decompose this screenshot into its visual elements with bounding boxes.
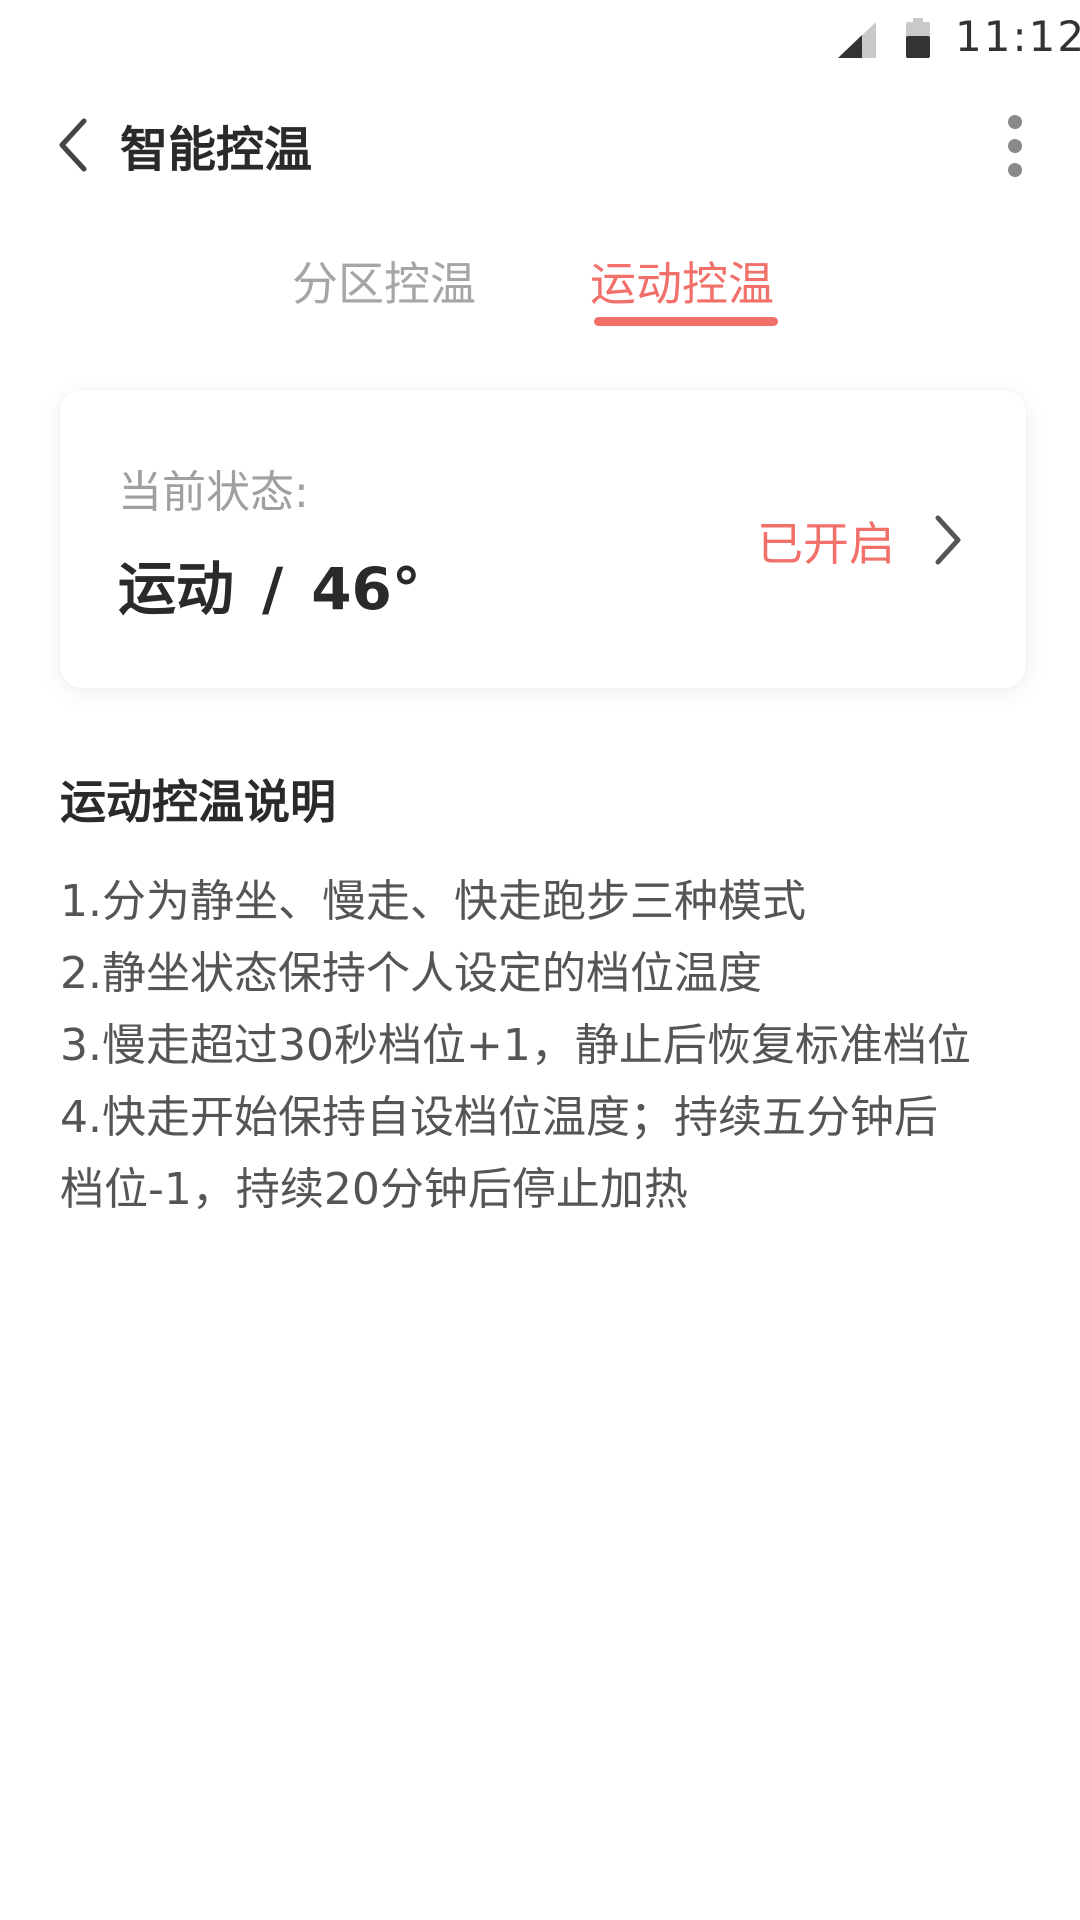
status-label: 当前状态:: [118, 467, 309, 518]
description-heading: 运动控温说明: [60, 775, 336, 829]
more-options-button[interactable]: [1000, 114, 1030, 178]
page-title: 智能控温: [120, 122, 313, 178]
description-line: 档位-1，持续20分钟后停止加热: [60, 1164, 688, 1215]
signal-icon: [838, 22, 876, 58]
tab-motion-control[interactable]: 运动控温: [590, 248, 774, 314]
status-mode: 运动: [118, 555, 235, 623]
current-status-card[interactable]: 当前状态: 运动 / 46° 已开启: [60, 390, 1026, 688]
smart-temperature-page: 11:12 智能控温 分区控温 运动控温 当前状态: 运动 / 46° 已开启 运动…: [0, 0, 1080, 1920]
status-enabled-text: 已开启: [757, 517, 895, 571]
active-tab-indicator: [594, 317, 778, 326]
status-value: 运动 / 46°: [118, 542, 421, 626]
back-button[interactable]: [52, 115, 96, 175]
tab-zone-control[interactable]: 分区控温: [292, 248, 476, 314]
status-bar: 11:12: [0, 0, 1080, 80]
description-list: 1.分为静坐、慢走、快走跑步三种模式 2.静坐状态保持个人设定的档位温度 3.慢…: [60, 866, 1040, 1226]
description-line: 1.分为静坐、慢走、快走跑步三种模式: [60, 876, 806, 927]
description-line: 4.快走开始保持自设档位温度；持续五分钟后: [60, 1092, 938, 1143]
battery-icon: [906, 18, 930, 58]
description-line: 2.静坐状态保持个人设定的档位温度: [60, 948, 762, 999]
status-time: 11:12: [955, 12, 1080, 61]
status-separator: /: [262, 555, 284, 623]
chevron-right-icon: [935, 515, 961, 565]
status-temperature: 46°: [311, 555, 421, 623]
description-line: 3.慢走超过30秒档位+1，静止后恢复标准档位: [60, 1020, 971, 1071]
